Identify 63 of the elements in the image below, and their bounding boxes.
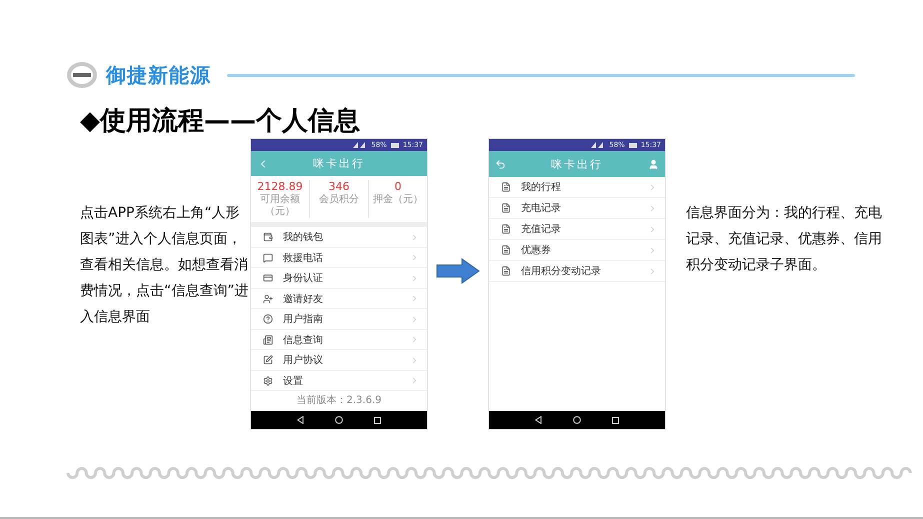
menu-item[interactable]: 优惠券 <box>489 240 665 261</box>
chevron-icon <box>410 232 419 242</box>
menu-item[interactable]: 救援电话 <box>251 248 427 268</box>
home-circle-icon[interactable] <box>572 416 581 424</box>
square-icon[interactable] <box>612 416 620 424</box>
chevron-icon <box>410 294 419 304</box>
menu-item[interactable]: 充值记录 <box>489 219 665 240</box>
chevron-icon <box>410 314 419 324</box>
description-text: 信息界面分为：我的行程、充电记录、充值记录、优惠券、信用积分变动记录子界面。 <box>686 204 883 275</box>
newspaper-icon <box>263 334 273 345</box>
document-icon <box>501 182 511 192</box>
chat-icon <box>263 252 273 263</box>
add-user-icon <box>263 294 273 304</box>
menu-item[interactable]: 充电记录 <box>489 198 665 219</box>
menu-item[interactable]: 用户指南 <box>251 309 427 330</box>
signal-icon <box>353 142 368 148</box>
stat-label: 可用余额（元） <box>259 194 301 218</box>
chevron-icon <box>648 246 657 254</box>
chevron-icon <box>410 335 419 344</box>
menu-item[interactable]: 用户协议 <box>251 350 427 371</box>
document-icon <box>501 266 511 276</box>
chevron-icon <box>410 356 419 365</box>
battery-icon <box>390 142 399 148</box>
help-icon <box>263 314 273 324</box>
document-icon <box>501 203 511 213</box>
slide-title: ◆使用流程——个人信息 <box>80 105 361 138</box>
back-triangle-icon[interactable] <box>534 416 542 424</box>
menu-item[interactable]: 我的钱包 <box>251 227 427 248</box>
wallet-icon <box>263 232 273 242</box>
document-icon <box>501 224 511 234</box>
stat-value: 2128.89 <box>257 180 303 194</box>
home-circle-icon[interactable] <box>334 416 343 424</box>
back-triangle-icon[interactable] <box>296 416 304 424</box>
right-arrow-icon <box>436 258 480 284</box>
stat-label: 押金（元） <box>373 194 423 206</box>
chevron-icon <box>410 253 419 262</box>
document-icon <box>501 245 511 255</box>
menu-item[interactable]: 身份认证 <box>251 268 427 289</box>
menu-item[interactable]: 信息查询 <box>251 330 427 350</box>
square-icon[interactable] <box>374 416 382 424</box>
stat-label: 会员积分 <box>318 194 360 206</box>
card-icon <box>263 273 273 284</box>
chevron-icon <box>648 204 657 212</box>
description-text: 点击APP系统右上角“人形图表”进入个人信息页面，查看相关信息。如想查看消费情况，点击“信息查询”进入信息界面 <box>80 204 250 327</box>
menu-item[interactable]: 设置 <box>251 370 427 392</box>
chevron-icon <box>648 266 657 276</box>
logo-icon <box>66 61 98 89</box>
edit-icon <box>263 355 273 366</box>
chevron-icon <box>648 182 657 192</box>
stat-value: 0 <box>394 180 402 194</box>
app-title: 咪卡出行 <box>551 156 603 172</box>
menu-item[interactable]: 邀请好友 <box>251 288 427 310</box>
brand-name: 御捷新能源 <box>106 62 211 88</box>
menu-item[interactable]: 我的行程 <box>489 177 665 198</box>
chevron-icon <box>410 274 419 283</box>
battery-icon <box>628 142 637 148</box>
version-text: 当前版本：2.3.6.9 <box>296 394 382 408</box>
chevron-icon <box>410 376 419 386</box>
chevron-icon <box>648 224 657 234</box>
settings-icon <box>263 376 273 386</box>
app-title: 咪卡出行 <box>313 156 365 172</box>
signal-icon <box>591 142 606 148</box>
stat-value: 346 <box>328 180 350 194</box>
